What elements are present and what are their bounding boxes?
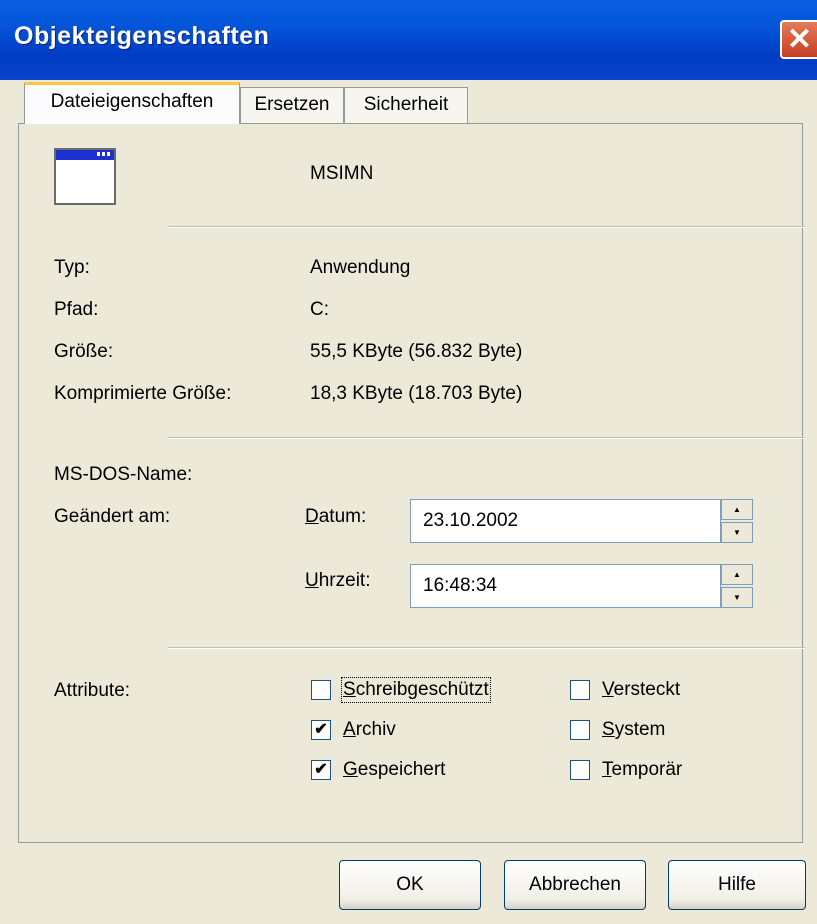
type-value: Anwendung <box>310 257 411 278</box>
help-button[interactable]: Hilfe <box>668 860 806 910</box>
time-label: Uhrzeit: <box>305 570 371 591</box>
cancel-button[interactable]: Abbrechen <box>504 860 646 910</box>
tab-label: Ersetzen <box>254 94 330 115</box>
tab-ersetzen[interactable]: Ersetzen <box>240 87 344 123</box>
checkbox-versteckt[interactable] <box>570 680 590 700</box>
attributes-label: Attribute: <box>54 680 131 701</box>
close-icon: ✕ <box>786 23 813 56</box>
checkbox-gespeichert[interactable]: ✔ <box>311 760 331 780</box>
checkbox-system[interactable] <box>570 720 590 740</box>
check-mark-icon: ✔ <box>314 721 328 738</box>
divider <box>168 647 805 649</box>
size-label: Größe: <box>54 341 114 362</box>
check-mark-icon: ✔ <box>314 761 328 778</box>
tab-dateieigenschaften[interactable]: Dateieigenschaften <box>24 82 240 124</box>
date-spin-up[interactable]: ▲ <box>721 499 753 520</box>
checkbox-label-system[interactable]: System <box>602 719 665 741</box>
tab-sicherheit[interactable]: Sicherheit <box>344 87 468 123</box>
down-arrow-icon: ▼ <box>733 593 741 602</box>
date-spin-down[interactable]: ▼ <box>721 522 753 543</box>
up-arrow-icon: ▲ <box>733 505 741 514</box>
checkbox-schreibgeschuetzt[interactable] <box>311 680 331 700</box>
size-value: 55,5 KByte (56.832 Byte) <box>310 341 523 362</box>
ok-button[interactable]: OK <box>339 860 481 910</box>
modified-label: Geändert am: <box>54 506 171 527</box>
window-title: Objekteigenschaften <box>14 22 270 50</box>
close-button[interactable]: ✕ <box>780 20 817 59</box>
compressed-size-value: 18,3 KByte (18.703 Byte) <box>310 383 523 404</box>
divider <box>168 226 805 228</box>
checkbox-label-temporaer[interactable]: Temporär <box>602 759 682 781</box>
type-label: Typ: <box>54 257 90 278</box>
time-spin-down[interactable]: ▼ <box>721 587 753 608</box>
checkbox-label-archiv[interactable]: Archiv <box>343 719 396 741</box>
time-field[interactable]: 16:48:34 <box>410 564 721 608</box>
checkbox-label-schreibgeschuetzt[interactable]: Schreibgeschützt <box>341 677 491 703</box>
date-label: Datum: <box>305 506 367 527</box>
path-value: C: <box>310 299 329 320</box>
up-arrow-icon: ▲ <box>733 570 741 579</box>
title-bar[interactable]: Objekteigenschaften ✕ <box>0 0 817 80</box>
date-field[interactable]: 23.10.2002 <box>410 499 721 543</box>
path-label: Pfad: <box>54 299 99 320</box>
tab-label: Dateieigenschaften <box>50 91 214 112</box>
time-spin-up[interactable]: ▲ <box>721 564 753 585</box>
checkbox-label-versteckt[interactable]: Versteckt <box>602 679 680 701</box>
tab-label: Sicherheit <box>363 94 449 115</box>
checkbox-temporaer[interactable] <box>570 760 590 780</box>
checkbox-label-gespeichert[interactable]: Gespeichert <box>343 759 445 781</box>
msdos-name-label: MS-DOS-Name: <box>54 464 193 485</box>
application-window-icon <box>54 148 116 205</box>
file-name: MSIMN <box>310 163 374 184</box>
compressed-size-label: Komprimierte Größe: <box>54 383 232 404</box>
checkbox-archiv[interactable]: ✔ <box>311 720 331 740</box>
divider <box>168 437 805 439</box>
down-arrow-icon: ▼ <box>733 528 741 537</box>
